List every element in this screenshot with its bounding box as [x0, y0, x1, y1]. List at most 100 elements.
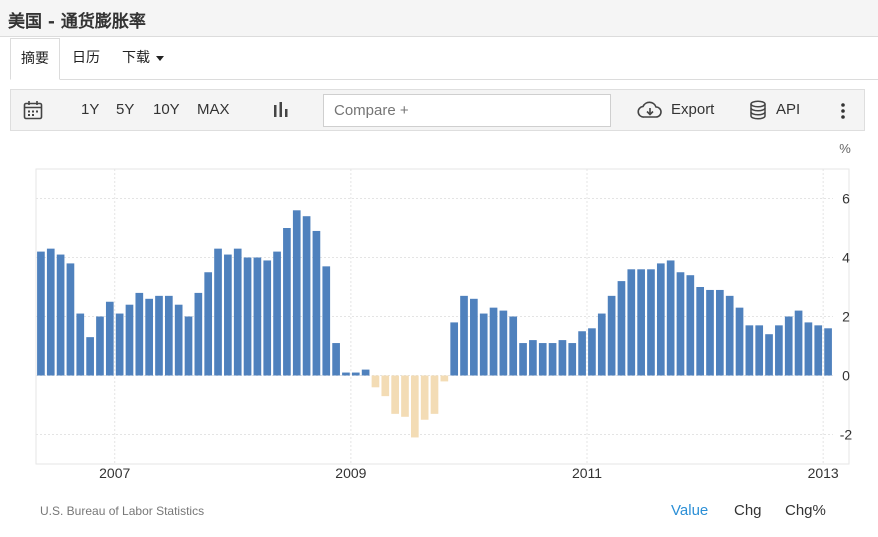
data-bar[interactable] [302, 216, 311, 376]
data-bar[interactable] [735, 307, 744, 376]
data-bar[interactable] [597, 313, 606, 376]
data-bar[interactable] [263, 260, 272, 376]
data-bar[interactable] [96, 316, 104, 376]
data-bar[interactable] [824, 328, 832, 376]
data-bar[interactable] [194, 292, 203, 376]
data-bar[interactable] [371, 375, 380, 388]
tab-calendar[interactable]: 日历 [72, 38, 100, 80]
data-bar[interactable] [804, 322, 813, 376]
data-bar[interactable] [450, 322, 459, 376]
data-bar[interactable] [46, 248, 55, 376]
data-bar[interactable] [548, 343, 557, 376]
data-bar[interactable] [784, 316, 793, 376]
compare-input[interactable] [323, 94, 611, 127]
data-bar[interactable] [617, 281, 626, 376]
data-bar[interactable] [410, 375, 419, 438]
data-bar[interactable] [214, 248, 222, 376]
range-1y-button[interactable]: 1Y [81, 90, 99, 130]
export-button[interactable]: Export [671, 90, 714, 130]
data-bar[interactable] [145, 298, 153, 376]
data-bar[interactable] [686, 275, 695, 376]
data-bar[interactable] [283, 228, 291, 376]
range-max-button[interactable]: MAX [197, 90, 230, 130]
data-bar[interactable] [164, 295, 173, 376]
data-bar[interactable] [519, 343, 527, 376]
data-bar[interactable] [755, 325, 764, 376]
data-bar[interactable] [174, 304, 183, 376]
calendar-icon[interactable] [23, 100, 43, 120]
data-bar[interactable] [184, 316, 193, 376]
database-icon[interactable] [749, 100, 767, 121]
data-bar[interactable] [725, 295, 734, 376]
data-bar[interactable] [56, 254, 65, 376]
data-bar[interactable] [607, 295, 616, 376]
data-bar[interactable] [509, 316, 518, 376]
data-bar[interactable] [332, 343, 340, 376]
data-bar[interactable] [696, 287, 705, 376]
mode-value-button[interactable]: Value [671, 502, 708, 519]
data-bar[interactable] [86, 337, 94, 376]
mode-chg-button[interactable]: Chg [734, 502, 762, 519]
data-bar[interactable] [538, 343, 547, 376]
data-bar[interactable] [627, 269, 636, 376]
data-bar[interactable] [115, 313, 124, 376]
data-bar[interactable] [568, 343, 577, 376]
data-bar[interactable] [76, 313, 85, 376]
data-bar[interactable] [401, 375, 409, 417]
data-bar[interactable] [558, 340, 567, 376]
data-bar[interactable] [391, 375, 399, 414]
vertical-ellipsis-icon[interactable] [840, 102, 846, 120]
data-bar[interactable] [243, 257, 252, 376]
data-bar[interactable] [814, 325, 823, 376]
range-10y-button[interactable]: 10Y [153, 90, 180, 130]
api-button[interactable]: API [776, 90, 800, 130]
data-bar[interactable] [588, 328, 596, 376]
data-bar[interactable] [292, 210, 301, 376]
data-bar[interactable] [647, 269, 655, 376]
data-bar[interactable] [775, 325, 783, 376]
data-bar[interactable] [105, 301, 114, 376]
data-bar[interactable] [135, 292, 144, 376]
data-bar[interactable] [342, 372, 350, 376]
data-bar[interactable] [489, 307, 498, 376]
data-bar[interactable] [312, 230, 321, 376]
data-bar[interactable] [155, 295, 163, 376]
data-bar[interactable] [440, 375, 449, 382]
data-bar[interactable] [273, 251, 281, 376]
data-bar[interactable] [66, 263, 75, 376]
data-bar[interactable] [745, 325, 754, 376]
data-bar[interactable] [499, 310, 508, 376]
data-bar[interactable] [381, 375, 390, 397]
range-5y-button[interactable]: 5Y [116, 90, 134, 130]
data-bar[interactable] [125, 304, 134, 376]
data-bar[interactable] [656, 263, 665, 376]
data-bar[interactable] [676, 272, 685, 376]
data-bar[interactable] [420, 375, 429, 420]
data-bar[interactable] [470, 298, 478, 376]
data-bar[interactable] [430, 375, 439, 414]
data-bar[interactable] [765, 334, 773, 376]
data-bar[interactable] [233, 248, 242, 376]
data-bar[interactable] [706, 289, 714, 376]
data-bar[interactable] [479, 313, 488, 376]
data-bar[interactable] [716, 289, 724, 376]
data-bar[interactable] [637, 269, 645, 376]
data-bar[interactable] [253, 257, 262, 376]
data-bar[interactable] [37, 251, 45, 376]
data-bar[interactable] [529, 340, 537, 376]
mode-chg-percent-button[interactable]: Chg% [785, 502, 826, 519]
data-bar[interactable] [578, 331, 586, 376]
x-tick-label: 2007 [99, 465, 130, 481]
data-bar[interactable] [204, 272, 213, 376]
data-bar[interactable] [224, 254, 232, 376]
data-bar[interactable] [794, 310, 803, 376]
bar-chart-icon[interactable] [273, 101, 289, 119]
data-bar[interactable] [322, 266, 331, 376]
data-bar[interactable] [351, 372, 360, 376]
cloud-download-icon[interactable] [637, 100, 663, 120]
data-bar[interactable] [460, 295, 468, 376]
tab-summary[interactable]: 摘要 [10, 38, 60, 80]
data-bar[interactable] [666, 260, 675, 376]
data-bar[interactable] [361, 369, 370, 376]
tab-download[interactable]: 下载 [122, 38, 164, 80]
